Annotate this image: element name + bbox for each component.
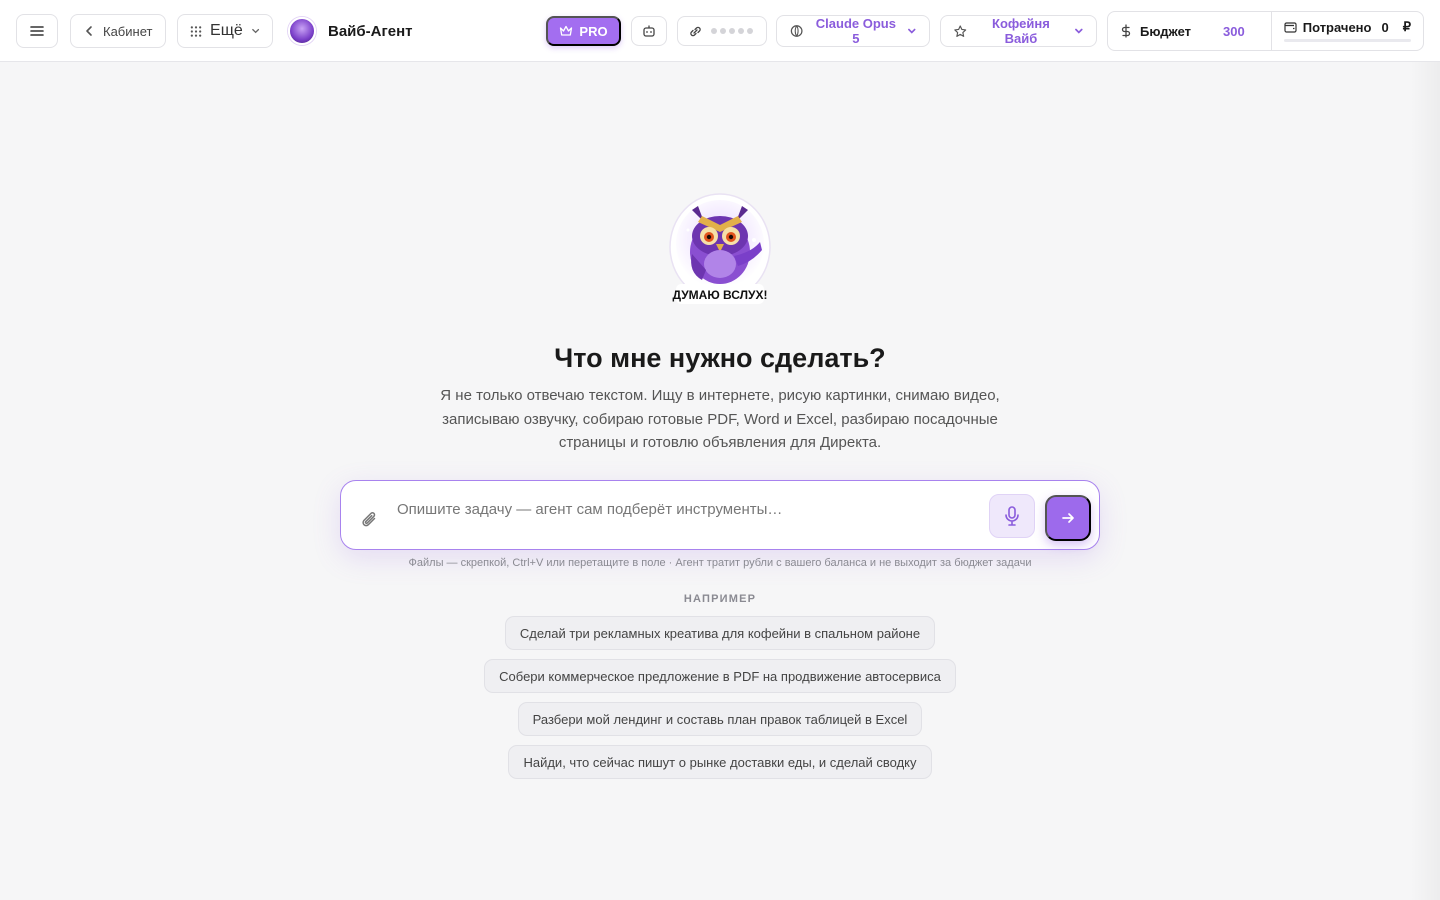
task-composer bbox=[340, 480, 1100, 550]
pro-button[interactable]: PRO bbox=[546, 16, 621, 46]
spent-value: 0 bbox=[1381, 19, 1389, 35]
chevron-left-icon bbox=[86, 26, 92, 36]
voice-input-button[interactable] bbox=[989, 494, 1035, 538]
page-title: Что мне нужно сделать? bbox=[554, 343, 886, 373]
composer-hint: Файлы — скрепкой, Ctrl+V или перетащите … bbox=[408, 557, 1032, 569]
project-label: Кофейня Вайб bbox=[992, 16, 1050, 46]
pro-label: PRO bbox=[579, 23, 608, 39]
more-menu-button[interactable]: Ещё bbox=[177, 14, 273, 48]
arrow-right-icon bbox=[1062, 513, 1074, 523]
more-button-label: Ещё bbox=[210, 22, 243, 39]
spent-indicator: Потрачено 0 ₽ bbox=[1272, 12, 1423, 50]
chevron-down-icon bbox=[908, 28, 916, 34]
crown-icon bbox=[560, 25, 573, 36]
example-prompts: Сделай три рекламных креатива для кофейн… bbox=[0, 616, 1440, 779]
spent-progress-bar bbox=[1283, 39, 1411, 42]
budget-panel: Бюджет 300 Потрачено 0 ₽ bbox=[1107, 11, 1424, 51]
star-icon bbox=[954, 24, 967, 37]
agent-settings-button[interactable] bbox=[631, 16, 667, 46]
brand-name: Вайб-Агент bbox=[328, 22, 413, 40]
mascot-caption: ДУМАЮ ВСЛУХ! bbox=[673, 288, 768, 302]
chevron-down-icon bbox=[1075, 28, 1083, 34]
budget-value[interactable]: 300 bbox=[1223, 24, 1245, 39]
project-selector[interactable]: Кофейня Вайб bbox=[940, 15, 1097, 47]
chevron-down-icon bbox=[251, 28, 259, 34]
example-chip[interactable]: Сделай три рекламных креатива для кофейн… bbox=[504, 616, 936, 650]
menu-icon bbox=[30, 26, 44, 36]
brand-logo-icon bbox=[288, 17, 316, 45]
back-to-cabinet-button[interactable]: Кабинет bbox=[70, 14, 166, 48]
share-link-button[interactable] bbox=[677, 16, 767, 46]
budget-label: Бюджет bbox=[1140, 23, 1191, 39]
page-subtitle: Я не только отвечаю текстом. Ищу в интер… bbox=[440, 387, 1000, 451]
grid-icon bbox=[190, 25, 202, 37]
brand[interactable]: Вайб-Агент bbox=[288, 16, 413, 46]
task-input[interactable] bbox=[397, 497, 977, 521]
menu-button[interactable] bbox=[16, 14, 58, 48]
back-button-label: Кабинет bbox=[103, 23, 153, 39]
example-chip[interactable]: Собери коммерческое предложение в PDF на… bbox=[484, 659, 956, 693]
attach-file-button[interactable] bbox=[359, 509, 381, 531]
examples-label: НАПРИМЕР bbox=[683, 593, 757, 605]
example-chip[interactable]: Найди, что сейчас пишут о рынке доставки… bbox=[508, 745, 932, 779]
paperclip-icon bbox=[362, 512, 376, 527]
wallet-icon bbox=[1284, 22, 1297, 33]
model-selector[interactable]: Claude Opus 5 bbox=[776, 15, 930, 47]
link-icon bbox=[690, 26, 701, 36]
example-chip[interactable]: Разбери мой лендинг и составь план право… bbox=[517, 702, 923, 736]
owl-mascot-image: ДУМАЮ ВСЛУХ! bbox=[668, 192, 772, 310]
top-bar: Кабинет Ещё Вайб-Агент PRO Claude Opus 5… bbox=[0, 0, 1440, 62]
send-button[interactable] bbox=[1045, 495, 1091, 541]
masked-link-dots bbox=[711, 28, 753, 34]
robot-icon bbox=[643, 25, 655, 37]
model-label: Claude Opus 5 bbox=[815, 16, 896, 46]
budget-field[interactable]: Бюджет 300 bbox=[1108, 12, 1272, 50]
currency-symbol: ₽ bbox=[1402, 19, 1411, 34]
sparkle-icon bbox=[790, 25, 803, 37]
microphone-icon bbox=[1005, 506, 1019, 526]
dollar-icon bbox=[1121, 24, 1131, 38]
spent-label: Потрачено bbox=[1302, 19, 1372, 35]
